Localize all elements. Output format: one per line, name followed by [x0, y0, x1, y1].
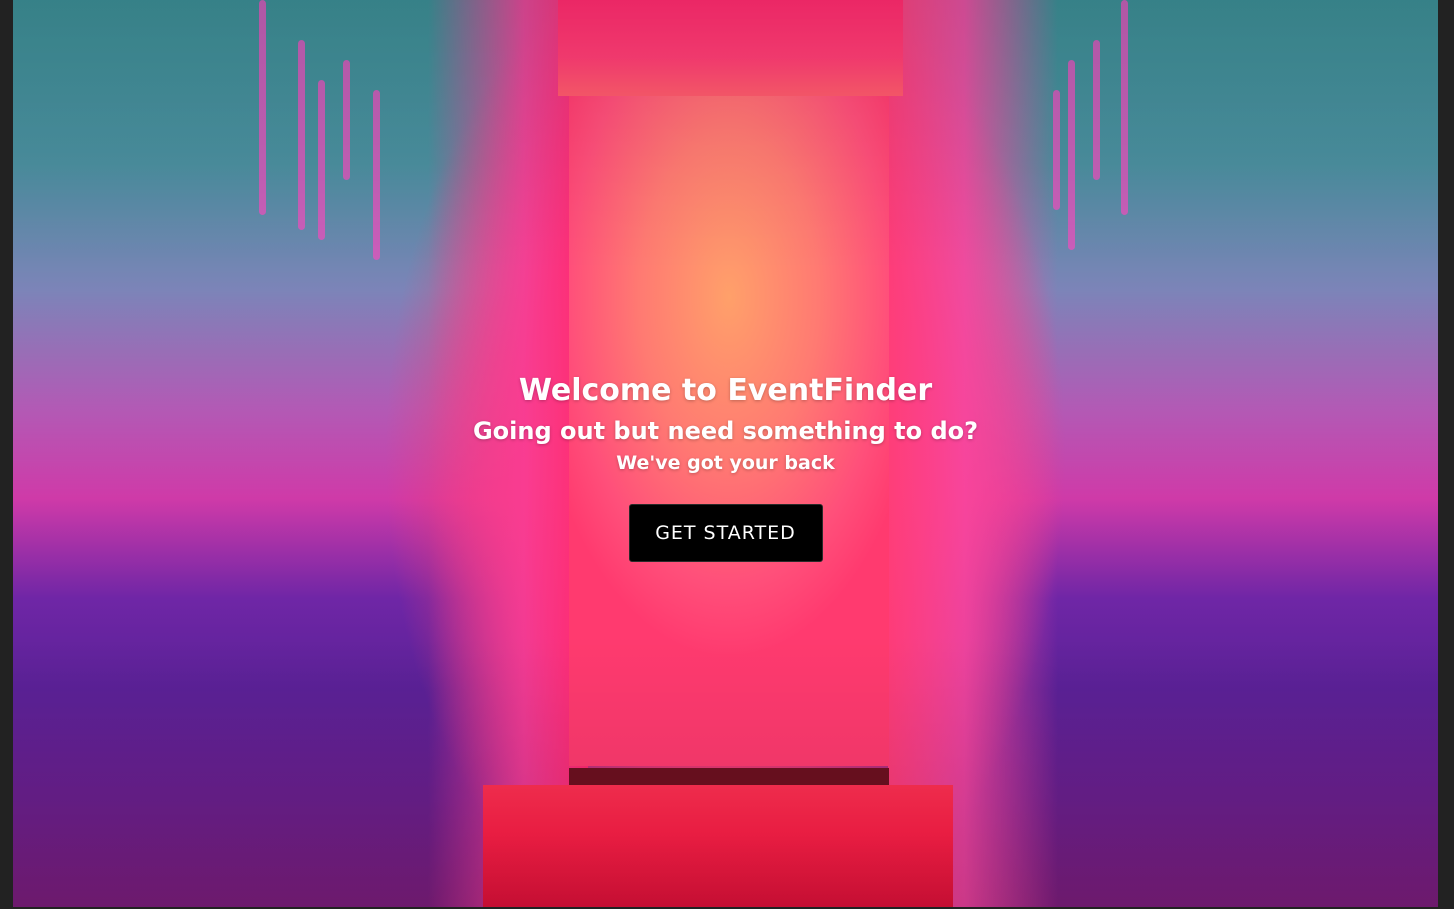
page-frame: Welcome to EventFinder Going out but nee… — [0, 0, 1454, 909]
hero-tagline: We've got your back — [616, 452, 835, 474]
hero-content: Welcome to EventFinder Going out but nee… — [13, 372, 1438, 562]
hero-section: Welcome to EventFinder Going out but nee… — [13, 0, 1438, 907]
hero-subtitle: Going out but need something to do? — [472, 417, 979, 445]
page-title: Welcome to EventFinder — [518, 373, 933, 408]
get-started-button[interactable]: GET STARTED — [628, 504, 823, 562]
